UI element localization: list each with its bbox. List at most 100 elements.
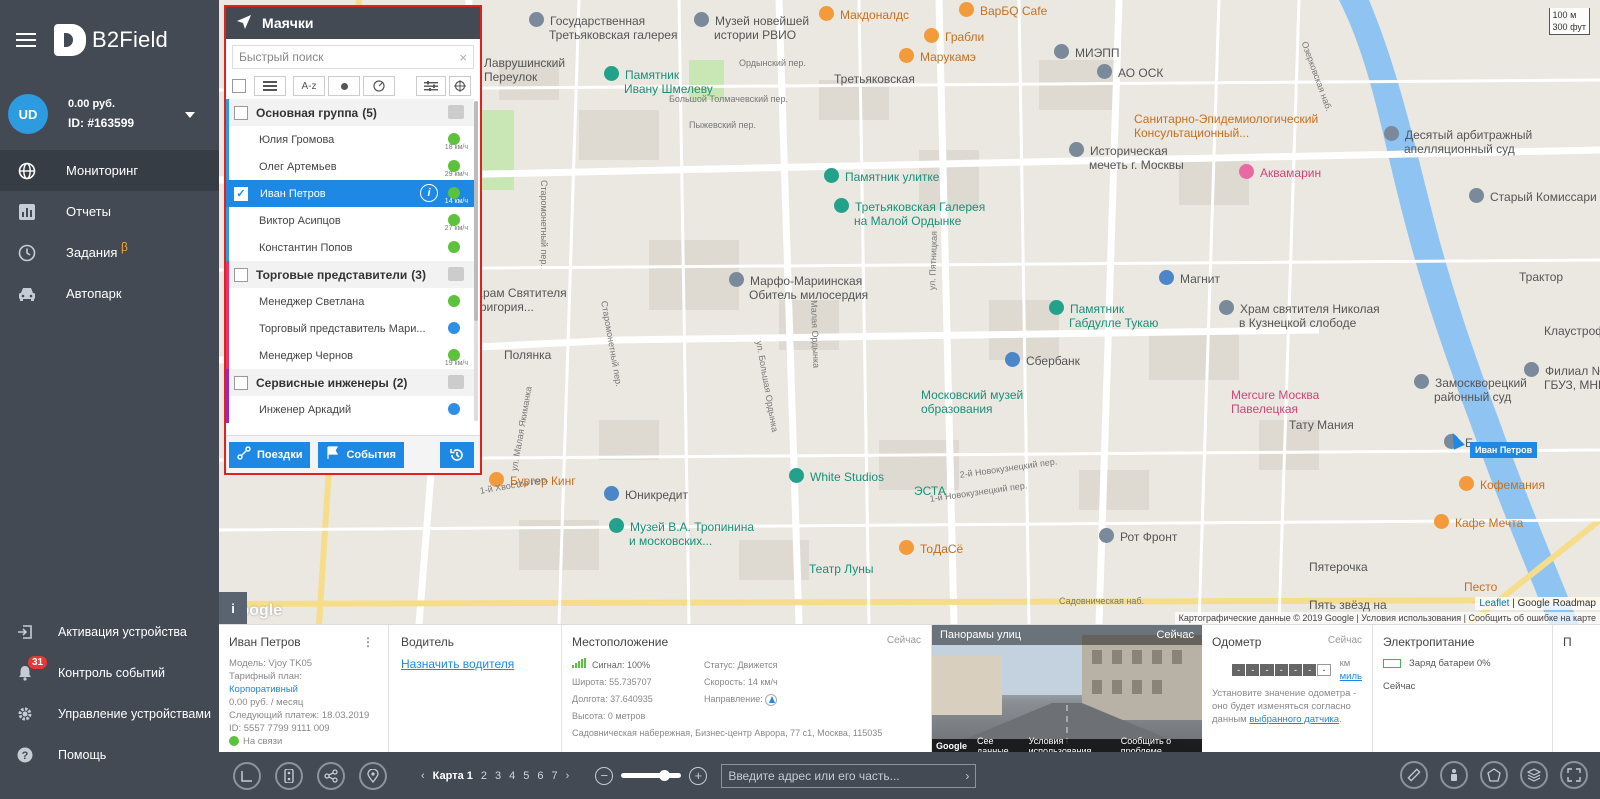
- zoom-out-button[interactable]: −: [595, 766, 614, 785]
- beacon-row[interactable]: Инженер Аркадий: [226, 396, 474, 423]
- beacon-list-scrollbar[interactable]: [474, 101, 478, 421]
- map-place-label[interactable]: Магнит: [1159, 268, 1220, 286]
- street-view-button[interactable]: [1440, 761, 1468, 789]
- map-place-label[interactable]: Храм Святителя Григория...: [454, 282, 567, 314]
- map-info-button[interactable]: i: [219, 592, 247, 624]
- filter-settings-button[interactable]: [416, 76, 446, 96]
- leaflet-link[interactable]: Leaflet: [1479, 598, 1509, 609]
- map-terms-footer[interactable]: Картографические данные © 2019 Google | …: [1174, 612, 1600, 624]
- trips-button[interactable]: Поездки: [229, 441, 311, 468]
- beacon-row[interactable]: Юлия Громова 18 км/ч: [226, 126, 474, 153]
- map-place-label[interactable]: Грабли: [924, 26, 984, 44]
- beacon-row[interactable]: Менеджер Светлана: [226, 288, 474, 315]
- nav-item-help[interactable]: ? Помощь: [0, 734, 219, 775]
- nav-item-monitoring[interactable]: Мониторинг: [0, 150, 219, 191]
- beacon-row[interactable]: Торговый представитель Мари...: [226, 315, 474, 342]
- locate-button[interactable]: [449, 76, 471, 96]
- map-place-label[interactable]: Санитарно-Эпидемиологический Консультаци…: [1134, 112, 1318, 140]
- pager-page[interactable]: 2: [481, 770, 487, 782]
- map-place-label[interactable]: Памятник Ивану Шмелеву: [604, 64, 713, 96]
- device-menu-icon[interactable]: ⋮: [362, 635, 374, 649]
- nav-item-reports[interactable]: Отчеты: [0, 191, 219, 232]
- select-all-checkbox[interactable]: [232, 79, 246, 93]
- beacon-row[interactable]: ✓ Иван Петров i 14 км/ч: [226, 180, 474, 207]
- assign-driver-link[interactable]: Назначить водителя: [401, 657, 514, 671]
- map-place-label[interactable]: Полянка: [504, 348, 551, 362]
- map-place-label[interactable]: Пятерочка: [1309, 560, 1368, 574]
- odometer-input[interactable]: - - - - - - - км миль: [1212, 657, 1362, 683]
- logo[interactable]: B2Field: [54, 24, 168, 56]
- odometer-unit-miles[interactable]: миль: [1340, 671, 1362, 682]
- map-place-label[interactable]: АО ОСК: [1097, 62, 1163, 80]
- map-place-label[interactable]: Театр Луны: [809, 562, 874, 576]
- street-view-terms[interactable]: Условия использования: [1029, 736, 1111, 753]
- nav-item-device-management[interactable]: Управление устройствами: [0, 693, 219, 734]
- map-place-label[interactable]: Замоскворецкий районный суд: [1414, 372, 1527, 404]
- beacon-row[interactable]: Менеджер Чернов 19 км/ч: [226, 342, 474, 369]
- map-place-label[interactable]: Кафе Мечта: [1434, 512, 1523, 530]
- beacon-group[interactable]: Торговые представители (3): [226, 261, 474, 288]
- group-comment-icon[interactable]: [448, 105, 464, 119]
- events-button[interactable]: События: [318, 441, 404, 468]
- address-search-input[interactable]: Введите адрес или его часть... ›: [721, 763, 977, 788]
- fullscreen-button[interactable]: [1560, 761, 1588, 789]
- account-switcher[interactable]: UD 0.00 руб. ID: #163599: [0, 80, 219, 148]
- map-place-label[interactable]: Аквамарин: [1239, 162, 1321, 180]
- map-place-label[interactable]: Храм святителя Николая в Кузнецкой слобо…: [1219, 298, 1380, 330]
- sort-alpha-button[interactable]: A-z: [293, 76, 325, 96]
- zoom-slider[interactable]: [621, 770, 682, 781]
- nav-item-tasks[interactable]: Задания β: [0, 232, 219, 273]
- geozones-button[interactable]: [1480, 761, 1508, 789]
- place-marker-button[interactable]: [359, 761, 387, 790]
- map-place-label[interactable]: ТоДаСё: [899, 538, 963, 556]
- nav-item-event-control[interactable]: 31 Контроль событий: [0, 652, 219, 693]
- beacon-row[interactable]: Виктор Асипцов 27 км/ч: [226, 207, 474, 234]
- group-comment-icon[interactable]: [448, 267, 464, 281]
- zoom-in-button[interactable]: +: [689, 766, 708, 785]
- map-place-label[interactable]: МИЭПП: [1054, 42, 1120, 60]
- map-place-label[interactable]: Трактор: [1519, 270, 1563, 284]
- street-view-report[interactable]: Сообщить о проблеме: [1121, 736, 1198, 753]
- map-place-label[interactable]: Музей новейшей истории РВИО: [694, 10, 809, 42]
- group-checkbox[interactable]: [234, 105, 248, 120]
- street-view-panel[interactable]: Панорамы улиц Сейчас Google Сее данные У…: [932, 625, 1202, 753]
- ruler-button[interactable]: [1400, 761, 1428, 789]
- map-place-label[interactable]: Лаврушинский Переулок: [484, 56, 565, 84]
- beacon-group[interactable]: Сервисные инженеры (2): [226, 369, 474, 396]
- map-place-label[interactable]: Памятник улитке: [824, 166, 939, 184]
- map-place-label[interactable]: Марфо-Мариинская Обитель милосердия: [729, 270, 868, 302]
- pager-page[interactable]: 5: [523, 770, 529, 782]
- zoom-slider-handle[interactable]: [659, 770, 671, 781]
- map-place-label[interactable]: Песто: [1464, 580, 1497, 594]
- pager-next-icon[interactable]: ›: [566, 770, 570, 782]
- sort-speed-button[interactable]: [363, 76, 395, 96]
- clear-search-icon[interactable]: ×: [459, 50, 467, 65]
- group-comment-icon[interactable]: [448, 375, 464, 389]
- layers-button[interactable]: [1520, 761, 1548, 789]
- nav-item-fleet[interactable]: Автопарк: [0, 273, 219, 314]
- map-place-label[interactable]: Сбербанк: [1005, 350, 1080, 368]
- history-button[interactable]: [440, 441, 474, 468]
- map-place-label[interactable]: Пять звёзд на: [1309, 598, 1387, 612]
- map-place-label[interactable]: Десятый арбитражный апелляционный суд: [1384, 124, 1532, 156]
- beacon-group[interactable]: Основная группа (5): [226, 99, 474, 126]
- beacon-row[interactable]: Олег Артемьев 29 км/ч: [226, 153, 474, 180]
- list-view-button[interactable]: [254, 76, 286, 96]
- map-place-label[interactable]: Mercure Москва Павелецкая: [1231, 388, 1319, 416]
- pager-page[interactable]: 3: [495, 770, 501, 782]
- layout-button[interactable]: [233, 761, 261, 790]
- map-place-label[interactable]: Юникредит: [604, 484, 688, 502]
- map-place-label[interactable]: Филиал №1 ГБУЗ, МНПЦ...: [1524, 360, 1600, 392]
- map-place-label[interactable]: Московский музей образования: [921, 388, 1023, 416]
- pager-page[interactable]: 6: [537, 770, 543, 782]
- share-button[interactable]: [317, 761, 345, 790]
- beacon-row[interactable]: Константин Попов: [226, 234, 474, 261]
- beacon-checkbox-checked[interactable]: ✓: [234, 186, 248, 201]
- map-place-label[interactable]: Историческая мечеть г. Москвы: [1069, 140, 1184, 172]
- map-place-label[interactable]: Памятник Габдулле Тукаю: [1049, 298, 1158, 330]
- sort-status-button[interactable]: [328, 76, 360, 96]
- map-place-label[interactable]: White Studios: [789, 466, 884, 484]
- map-place-label[interactable]: ВарБQ Cafe: [959, 0, 1047, 18]
- map-place-label[interactable]: Музей В.А. Тропинина и московских...: [609, 516, 754, 548]
- group-checkbox[interactable]: [234, 375, 248, 390]
